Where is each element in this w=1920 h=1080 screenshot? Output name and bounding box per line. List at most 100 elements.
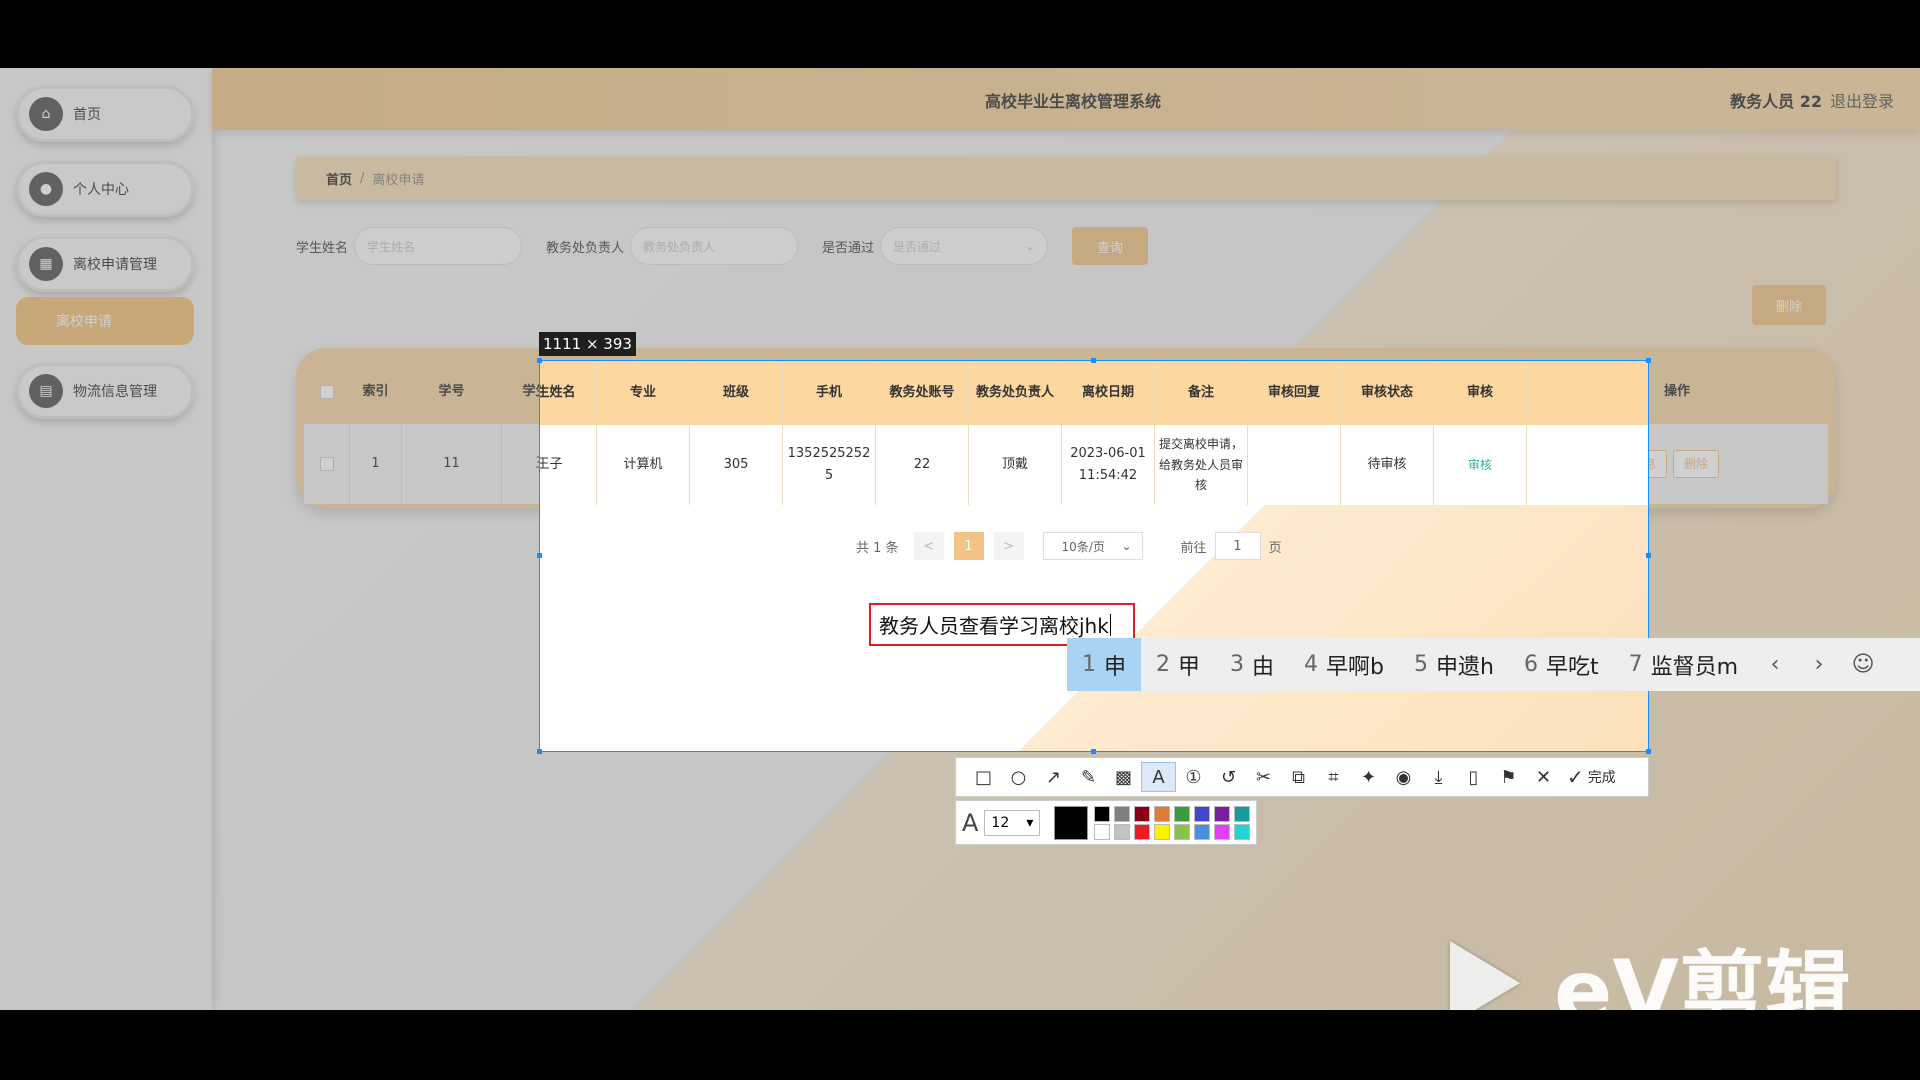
ellipse-icon[interactable]: ○: [1001, 762, 1036, 792]
done-button[interactable]: ✓ 完成: [1567, 765, 1616, 789]
mosaic-icon[interactable]: ▩: [1106, 762, 1141, 792]
breadcrumb-home[interactable]: 首页: [326, 169, 352, 188]
select-all-checkbox[interactable]: [319, 385, 334, 399]
color-swatch[interactable]: [1134, 823, 1151, 840]
row-checkbox[interactable]: [319, 457, 334, 471]
row-delete-button[interactable]: 删除: [1672, 450, 1719, 478]
color-swatch[interactable]: [1214, 805, 1231, 822]
cell-phone: 13525252525: [783, 425, 876, 505]
table-row: 1 11 王子 计算机 305 13525252525 22 顶戴 2023-0…: [540, 425, 1648, 505]
ime-candidate-2[interactable]: 2甲: [1141, 638, 1215, 691]
resize-handle-l[interactable]: [537, 553, 542, 558]
cell-reply: [1248, 425, 1341, 505]
undo-icon[interactable]: ↺: [1211, 762, 1246, 792]
logout-link[interactable]: 退出登录: [1830, 92, 1894, 111]
resize-handle-b[interactable]: [1091, 749, 1096, 754]
passed-select[interactable]: 是否通过 ⌄: [880, 227, 1049, 265]
color-swatch[interactable]: [1154, 823, 1171, 840]
resize-handle-tr[interactable]: [1646, 358, 1651, 363]
scissors-icon[interactable]: ✂: [1246, 762, 1281, 792]
resize-handle-t[interactable]: [1091, 358, 1096, 363]
record-icon[interactable]: ◉: [1386, 762, 1421, 792]
col-student-no: 学号: [402, 360, 502, 424]
col-student-name: 学生姓名: [540, 361, 597, 425]
ime-candidate-6[interactable]: 6 早吃t: [1509, 638, 1614, 691]
color-swatch[interactable]: [1194, 805, 1211, 822]
ime-candidate-3[interactable]: 3由: [1215, 638, 1289, 691]
sidebar-item-home[interactable]: ⌂ 首页: [16, 86, 194, 142]
officer-input[interactable]: 教务处负责人: [630, 227, 799, 265]
passed-select-value: 是否通过: [893, 239, 942, 254]
color-swatch[interactable]: [1154, 805, 1171, 822]
passed-label: 是否通过: [822, 240, 875, 256]
sidebar-item-leave-apply-mgmt[interactable]: ▦ 离校申请管理: [16, 236, 194, 292]
cell-account: 22: [876, 425, 969, 505]
color-swatch[interactable]: [1114, 823, 1131, 840]
color-swatch[interactable]: [1214, 823, 1231, 840]
sidebar-subitem-leave-apply[interactable]: 离校申请: [16, 297, 194, 345]
cell-student-no: 11: [402, 424, 502, 504]
bulk-delete-button[interactable]: 删除: [1752, 285, 1826, 325]
ime-next-page-icon[interactable]: ›: [1797, 638, 1841, 691]
color-swatch[interactable]: [1234, 805, 1251, 822]
pencil-icon[interactable]: ✎: [1071, 762, 1106, 792]
arrow-icon[interactable]: ↗: [1036, 762, 1071, 792]
color-swatch[interactable]: [1194, 823, 1211, 840]
color-swatch[interactable]: [1114, 805, 1131, 822]
bookmark-icon[interactable]: ⚑: [1491, 762, 1526, 792]
font-size-select[interactable]: 12 ▾: [984, 809, 1041, 836]
pin-icon[interactable]: ✦: [1351, 762, 1386, 792]
prev-page-button: <: [913, 532, 944, 560]
color-swatch[interactable]: [1234, 823, 1251, 840]
scan-icon[interactable]: ⌗: [1316, 762, 1351, 792]
number-marker-icon[interactable]: ①: [1176, 762, 1211, 792]
cell-status: 待审核: [1341, 425, 1434, 505]
ime-candidate-bar: 1申 2甲 3由 4 早啊b 5 申遗h 6 早吃t 7 监督员m ‹ › ☺: [1067, 638, 1920, 691]
current-color-swatch[interactable]: [1054, 805, 1089, 840]
resize-handle-bl[interactable]: [537, 749, 542, 754]
play-logo-icon: [1450, 941, 1520, 1010]
font-size-value: 12: [991, 814, 1010, 831]
mobile-icon[interactable]: ▯: [1456, 762, 1491, 792]
ime-candidate-7[interactable]: 7 监督员m: [1614, 638, 1753, 691]
text-tool-icon[interactable]: A: [1141, 762, 1176, 792]
color-swatch[interactable]: [1094, 805, 1111, 822]
caret-down-icon: ▾: [1026, 814, 1034, 831]
capture-size-label: 1111 × 393: [539, 332, 636, 356]
goto-page-input: 1: [1214, 532, 1261, 560]
col-audit: 审核: [1434, 361, 1527, 425]
student-name-input[interactable]: 学生姓名: [354, 227, 523, 265]
page-size-select: 10条/页 ⌄: [1042, 532, 1143, 560]
text-caret: [1109, 613, 1111, 636]
emoji-icon[interactable]: ☺: [1841, 638, 1885, 691]
resize-handle-r[interactable]: [1646, 553, 1651, 558]
search-form: 学生姓名 学生姓名 教务处负责人 教务处负责人 是否通过 是否通过 ⌄ 查询: [296, 226, 1149, 266]
query-button[interactable]: 查询: [1072, 227, 1149, 265]
ime-candidate-1[interactable]: 1申: [1067, 638, 1142, 691]
col-remark: 备注: [1155, 361, 1248, 425]
grid-icon: ▦: [29, 247, 63, 281]
next-page-button: >: [993, 532, 1024, 560]
col-actions: 操作: [1527, 361, 1648, 425]
username: 教务人员 22: [1730, 92, 1822, 111]
ocr-icon[interactable]: ⧉: [1281, 762, 1316, 792]
ime-candidate-4[interactable]: 4 早啊b: [1289, 638, 1399, 691]
rectangle-icon[interactable]: □: [966, 762, 1001, 792]
capture-region[interactable]: 索引 学号 学生姓名 专业 班级 手机 教务处账号 教务处负责人 离校日期 备注…: [539, 360, 1649, 752]
close-icon[interactable]: ✕: [1526, 762, 1561, 792]
color-swatch[interactable]: [1174, 823, 1191, 840]
sidebar-item-logistics-mgmt[interactable]: ▤ 物流信息管理: [16, 363, 194, 419]
download-icon[interactable]: ⤓: [1421, 762, 1456, 792]
breadcrumb: 首页 / 离校申请: [296, 156, 1836, 200]
color-swatch[interactable]: [1094, 823, 1111, 840]
clipboard-icon: ▤: [29, 374, 63, 408]
page-size-value: 10条/页: [1061, 539, 1105, 554]
ime-candidate-5[interactable]: 5 申遗h: [1399, 638, 1509, 691]
color-swatch[interactable]: [1174, 805, 1191, 822]
resize-handle-br[interactable]: [1646, 749, 1651, 754]
resize-handle-tl[interactable]: [537, 358, 542, 363]
color-swatch[interactable]: [1134, 805, 1151, 822]
col-reply: 审核回复: [1248, 361, 1341, 425]
ime-prev-page-icon[interactable]: ‹: [1753, 638, 1797, 691]
sidebar-item-profile[interactable]: ● 个人中心: [16, 161, 194, 217]
